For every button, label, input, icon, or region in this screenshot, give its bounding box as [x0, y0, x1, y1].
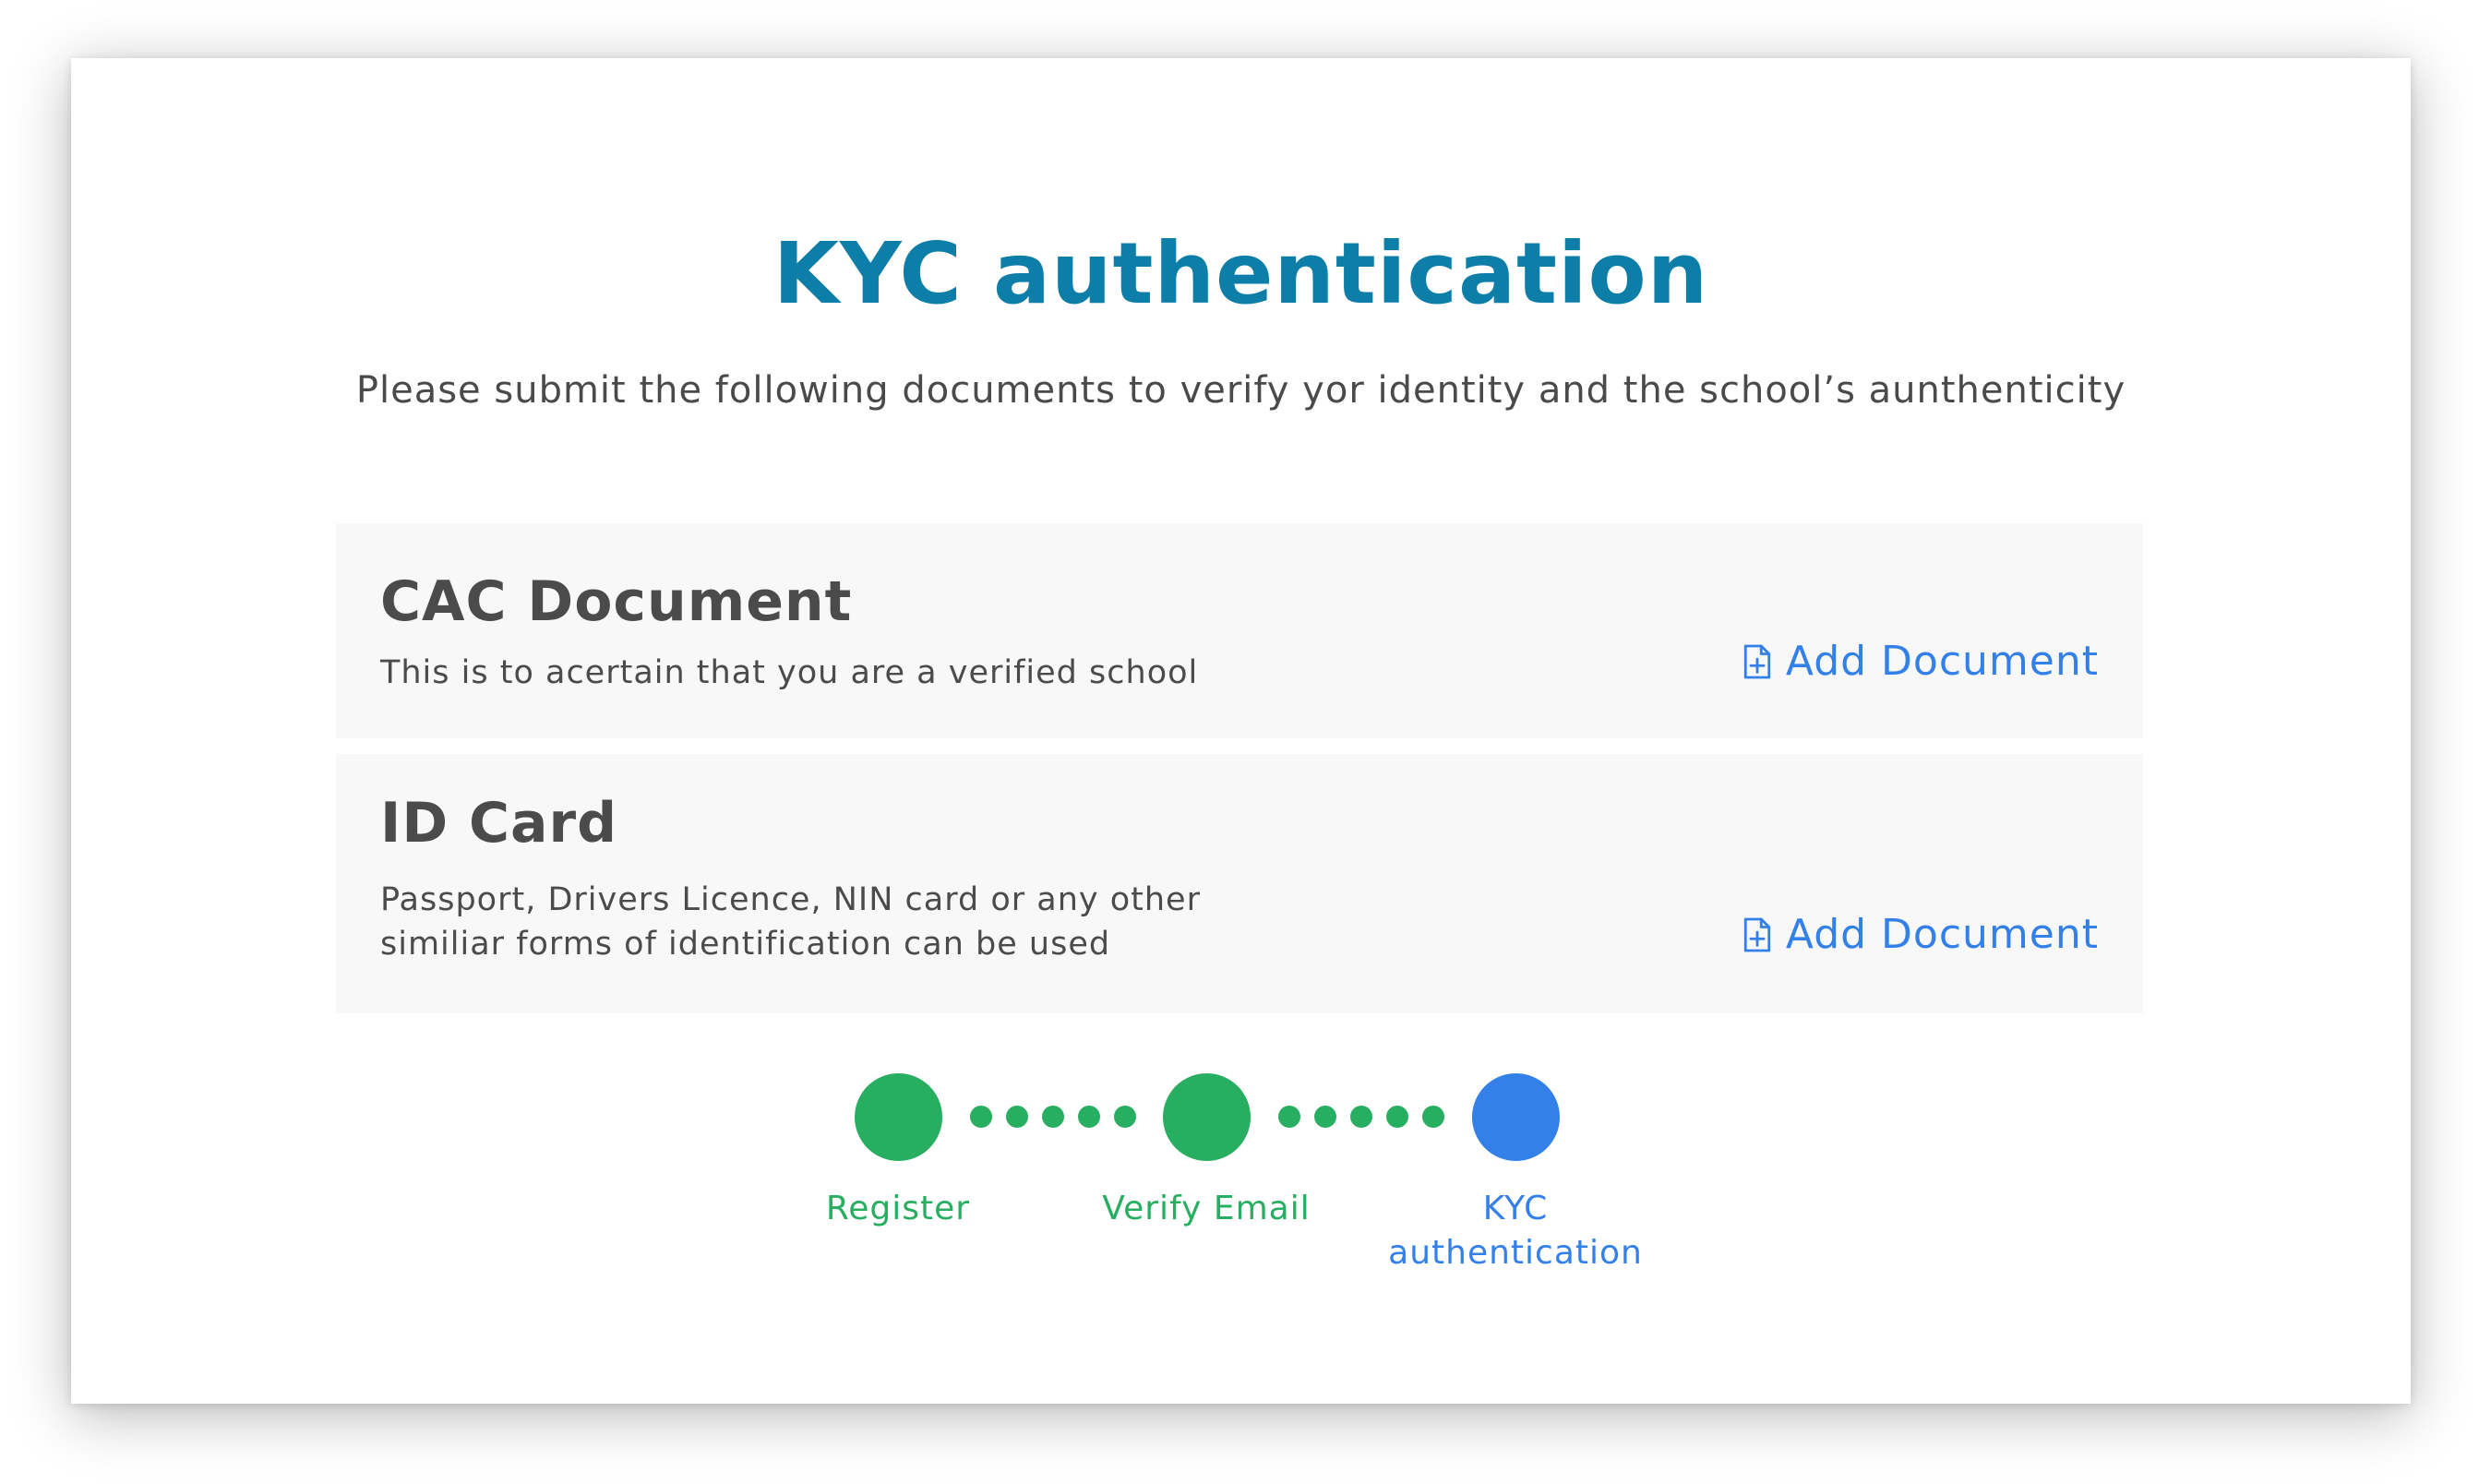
step-verify-email-label: Verify Email: [1102, 1190, 1311, 1227]
connector-dot: [1078, 1106, 1100, 1128]
page-subtitle: Please submit the following documents to…: [355, 369, 2126, 412]
connector-dot: [970, 1106, 992, 1128]
page-title: KYC authentication: [772, 224, 1709, 323]
connector-dot: [1278, 1106, 1300, 1128]
connector-dot: [1042, 1106, 1064, 1128]
connector-dot: [1386, 1106, 1408, 1128]
id-card-title: ID Card: [380, 791, 618, 856]
connector-dot: [1350, 1106, 1372, 1128]
connector-dot: [1006, 1106, 1028, 1128]
add-document-label: Add Document: [1785, 638, 2099, 685]
step-kyc-label: KYC authentication: [1388, 1190, 1643, 1272]
connector-dot: [1422, 1106, 1444, 1128]
add-document-label: Add Document: [1785, 911, 2099, 958]
step-verify-email-circle[interactable]: [1163, 1073, 1251, 1161]
file-plus-icon: [1742, 643, 1773, 680]
connector-dot: [1314, 1106, 1336, 1128]
cac-document-panel: CAC Document This is to acertain that yo…: [336, 523, 2143, 738]
add-id-card-button[interactable]: Add Document: [1742, 911, 2099, 958]
step-kyc-circle[interactable]: [1472, 1073, 1560, 1161]
kyc-card: KYC authentication Please submit the fol…: [71, 58, 2411, 1404]
cac-document-description: This is to acertain that you are a verif…: [380, 654, 1199, 691]
step-register-circle[interactable]: [855, 1073, 942, 1161]
cac-document-title: CAC Document: [380, 569, 853, 634]
add-cac-document-button[interactable]: Add Document: [1742, 638, 2099, 685]
id-card-panel: ID Card Passport, Drivers Licence, NIN c…: [336, 754, 2143, 1013]
connector-dot: [1114, 1106, 1136, 1128]
step-register-label: Register: [825, 1190, 971, 1227]
file-plus-icon: [1742, 916, 1773, 953]
id-card-description: Passport, Drivers Licence, NIN card or a…: [380, 881, 1201, 963]
